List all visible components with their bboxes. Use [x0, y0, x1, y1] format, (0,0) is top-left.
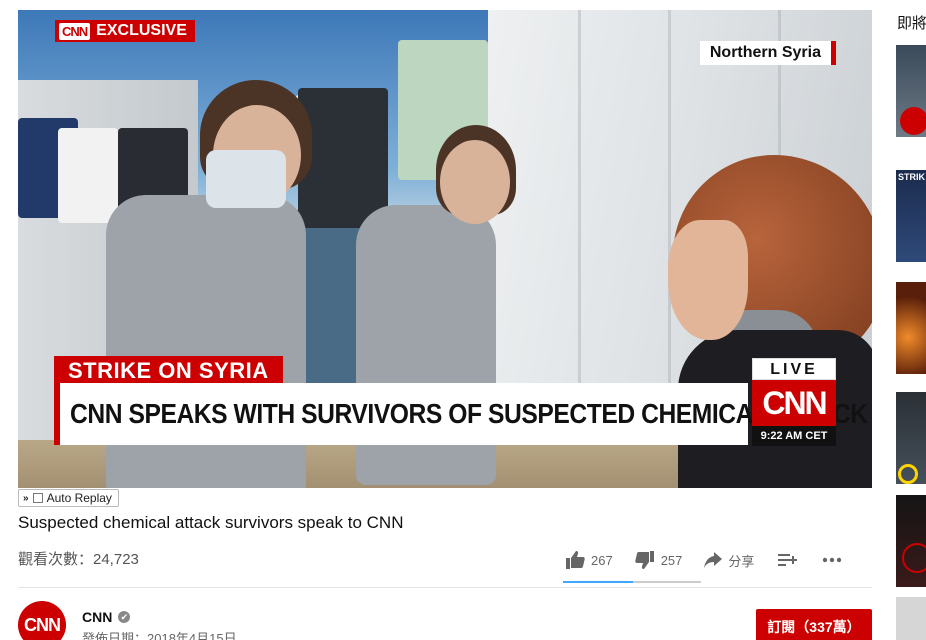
- like-button[interactable]: 267: [565, 551, 613, 569]
- live-bug: LIVE CNN 9:22 AM CET: [752, 358, 836, 448]
- verified-check-icon: ✔: [118, 611, 131, 623]
- strike-banner: STRIKE ON SYRIA: [54, 356, 283, 384]
- auto-replay-checkbox[interactable]: [32, 493, 43, 503]
- auto-replay-label: Auto Replay: [46, 491, 112, 505]
- thumbs-down-icon: [634, 551, 655, 569]
- more-horizontal-icon: [822, 557, 842, 563]
- location-label: Northern Syria: [699, 41, 836, 65]
- cnn-mini-logo: CNN: [59, 22, 91, 40]
- publish-date: 發佈日期：2018年4月15日: [82, 631, 237, 640]
- headline-text: CNN SPEAKS WITH SURVIVORS OF SUSPECTED C…: [70, 398, 868, 429]
- share-button[interactable]: 分享: [704, 551, 754, 570]
- dislike-button[interactable]: 257: [634, 551, 683, 569]
- related-video-thumbnail[interactable]: [896, 45, 926, 137]
- like-count: 267: [591, 552, 613, 568]
- related-video-thumbnail[interactable]: [896, 392, 926, 484]
- thumbnail-label: STRIK: [898, 172, 925, 182]
- view-count: 觀看次數：24,723: [18, 551, 139, 568]
- related-video-thumbnail[interactable]: [896, 495, 926, 587]
- divider: [18, 587, 872, 588]
- headline-chyron: CNN SPEAKS WITH SURVIVORS OF SUSPECTED C…: [54, 383, 868, 445]
- sentiment-bar: [563, 581, 701, 583]
- related-video-thumbnail[interactable]: [896, 597, 926, 640]
- add-to-playlist-button[interactable]: [778, 553, 798, 567]
- thumbs-up-icon: [565, 551, 585, 569]
- broadcast-clock: 9:22 AM CET: [752, 426, 836, 446]
- up-next-heading: 即將: [897, 15, 926, 32]
- live-label: LIVE: [752, 358, 836, 380]
- chevron-right-icon: »: [23, 492, 29, 504]
- video-player[interactable]: CNN EXCLUSIVE Northern Syria STRIKE ON S…: [18, 10, 872, 488]
- channel-avatar[interactable]: CNN: [18, 601, 66, 640]
- related-video-thumbnail[interactable]: [896, 282, 926, 374]
- action-bar: 267 257 分享: [565, 548, 866, 572]
- playlist-add-icon: [778, 553, 798, 567]
- share-label: 分享: [728, 553, 755, 569]
- share-icon: [704, 552, 723, 568]
- more-actions-button[interactable]: [822, 557, 842, 563]
- video-title: Suspected chemical attack survivors spea…: [18, 513, 404, 532]
- exclusive-tag: CNN EXCLUSIVE: [55, 20, 195, 42]
- channel-name[interactable]: CNN: [82, 609, 112, 625]
- channel-name-row: CNN ✔: [82, 609, 131, 625]
- exclusive-label: EXCLUSIVE: [96, 22, 187, 39]
- related-video-thumbnail[interactable]: STRIK: [896, 170, 926, 262]
- cnn-logo: CNN: [752, 380, 836, 426]
- dislike-count: 257: [660, 552, 683, 568]
- sentiment-bar-likes: [563, 581, 634, 583]
- subscribe-button[interactable]: 訂閱（337萬）: [756, 609, 872, 640]
- auto-replay-toggle[interactable]: » Auto Replay: [18, 489, 119, 507]
